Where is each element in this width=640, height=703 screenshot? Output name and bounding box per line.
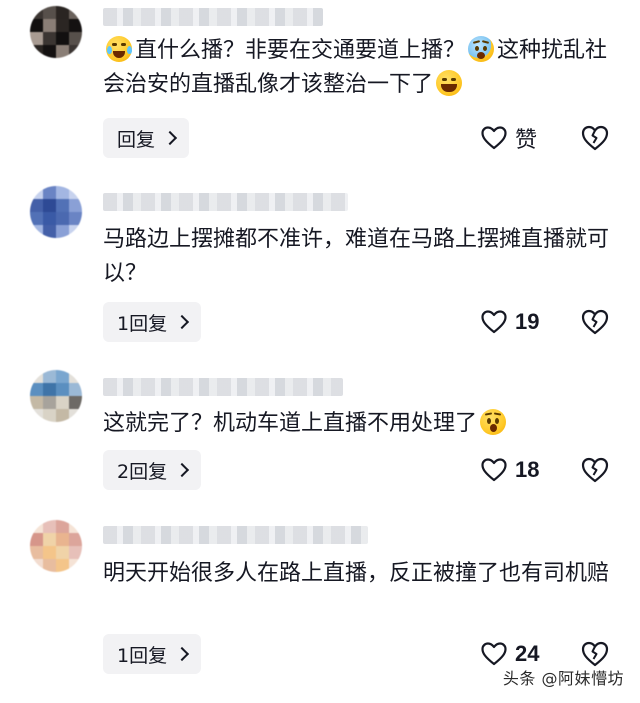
reply-button[interactable]: 1回复 — [103, 302, 202, 342]
heart-outline-icon — [481, 126, 507, 150]
like-button[interactable]: 19 — [481, 302, 539, 342]
avatar[interactable] — [30, 370, 82, 422]
crying-emoji — [468, 36, 495, 62]
reply-button[interactable]: 1回复 — [103, 634, 202, 674]
heart-outline-icon — [481, 458, 507, 482]
avatar[interactable] — [30, 186, 82, 238]
chevron-right-icon — [162, 130, 178, 146]
heart-outline-icon — [481, 310, 507, 334]
like-button[interactable]: 赞 — [481, 118, 537, 158]
like-label: 赞 — [515, 128, 538, 153]
username-blurred[interactable] — [103, 378, 343, 396]
reply-button[interactable]: 2回复 — [103, 450, 202, 490]
broken-heart-icon[interactable] — [581, 124, 609, 152]
like-count: 24 — [515, 641, 540, 666]
reply-label: 2回复 — [117, 460, 168, 483]
comment-text: 直什么播？非要在交通要道上播？ 这种扰乱社会治安的直播乱像才该整治一下了 — [103, 36, 608, 97]
comment-text: 这就完了？机动车道上直播不用处理了 — [103, 407, 623, 441]
avatar[interactable] — [30, 6, 82, 58]
source-watermark: 头条 @阿妹懵坊 — [502, 669, 624, 688]
like-button[interactable]: 18 — [481, 450, 539, 490]
chevron-right-icon — [175, 462, 190, 478]
broken-heart-icon[interactable] — [581, 640, 609, 668]
grinning-emoji — [436, 70, 463, 96]
reply-button[interactable]: 回复 — [103, 118, 190, 158]
shocked-emoji — [480, 409, 507, 435]
reply-label: 1回复 — [117, 312, 168, 335]
comment-text: 明天开始很多人在路上直播，反正被撞了也有司机赔 — [103, 561, 610, 586]
like-count: 18 — [515, 457, 540, 482]
username-blurred[interactable] — [103, 8, 323, 26]
like-count: 19 — [515, 309, 540, 334]
laugh-cry-emoji — [106, 36, 132, 62]
broken-heart-icon[interactable] — [581, 308, 609, 336]
reply-label: 回复 — [117, 128, 156, 151]
avatar[interactable] — [30, 520, 82, 572]
broken-heart-icon[interactable] — [581, 456, 609, 484]
chevron-right-icon — [175, 314, 190, 330]
username-blurred[interactable] — [103, 193, 348, 211]
reply-label: 1回复 — [117, 644, 168, 667]
comment-text: 马路边上摆摊都不准许，难道在马路上摆摊直播就可以？ — [103, 227, 610, 286]
chevron-right-icon — [175, 646, 190, 662]
heart-outline-icon — [481, 642, 507, 666]
username-blurred[interactable] — [103, 526, 368, 544]
